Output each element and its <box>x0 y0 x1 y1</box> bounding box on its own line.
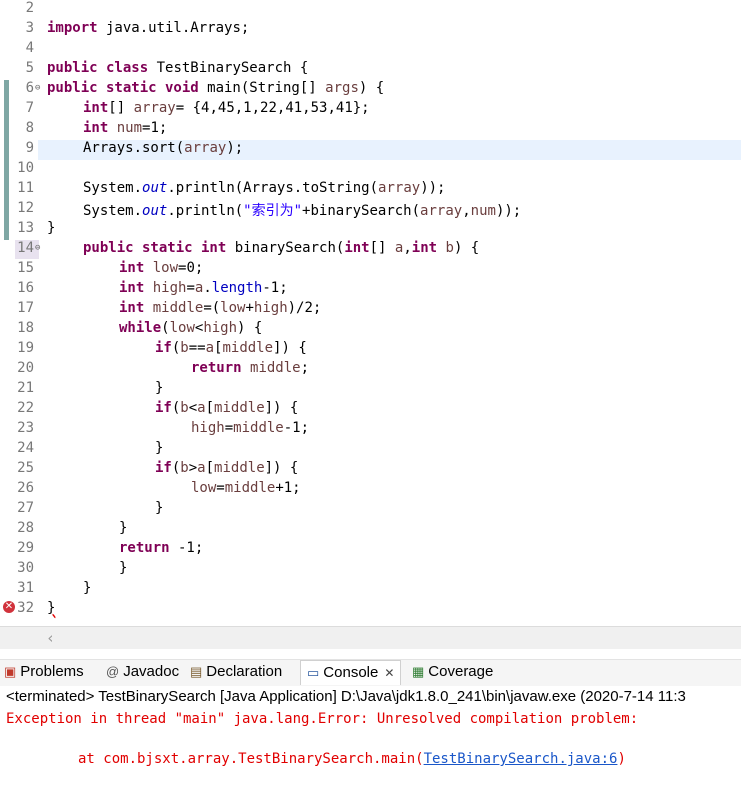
code-line-27: } <box>155 500 164 516</box>
line-number: 22 <box>17 400 34 416</box>
line-number: 2 <box>25 0 34 16</box>
line-number: 11 <box>17 180 34 196</box>
line-number: 18 <box>17 320 34 336</box>
tab-problems[interactable]: ▣ Problems <box>4 660 84 684</box>
code-line-21: } <box>155 380 164 396</box>
code-line-12: System.out.println("索引为"+binarySearch(ar… <box>83 203 522 219</box>
code-line-25: if(b>a[middle]) { <box>155 460 299 476</box>
line-number: 16 <box>17 280 34 296</box>
line-number: 24 <box>17 440 34 456</box>
console-stack-line: at com.bjsxt.array.TestBinarySearch.main… <box>78 751 626 767</box>
line-number: 5 <box>25 60 34 76</box>
line-number: 31 <box>17 580 34 596</box>
close-icon[interactable]: ✕ <box>384 666 394 680</box>
horizontal-scrollbar[interactable]: ‹ <box>0 626 741 649</box>
code-line-30: } <box>119 560 128 576</box>
line-number: 10 <box>17 160 34 176</box>
code-line-32: } <box>47 600 56 616</box>
line-number: 14 <box>17 240 34 256</box>
console-status: <terminated> TestBinarySearch [Java Appl… <box>0 686 741 708</box>
code-line-7: int[] array= {4,45,1,22,41,53,41}; <box>83 100 370 116</box>
tab-declaration[interactable]: ▤ Declaration <box>190 660 282 684</box>
console-icon: ▭ <box>307 665 320 680</box>
code-line-26: low=middle+1; <box>191 480 301 496</box>
code-line-13: } <box>47 220 56 236</box>
code-line-20: return middle; <box>191 360 310 376</box>
coverage-icon: ▦ <box>412 664 425 679</box>
code-line-28: } <box>119 520 128 536</box>
line-number: 6 <box>25 80 34 96</box>
panel-tab-bar: ▣ Problems @ Javadoc ▤ Declaration ▭ Console… <box>0 659 741 686</box>
line-number: 7 <box>25 100 34 116</box>
line-number: 8 <box>25 120 34 136</box>
code-line-15: int low=0; <box>119 260 204 276</box>
console-header-text: <terminated> TestBinarySearch [Java Appl… <box>6 688 686 705</box>
line-number: 27 <box>17 500 34 516</box>
code-line-24: } <box>155 440 164 456</box>
console-error-line: Exception in thread "main" java.lang.Err… <box>6 711 647 727</box>
code-line-17: int middle=(low+high)/2; <box>119 300 322 316</box>
line-number: 19 <box>17 340 34 356</box>
line-number: 29 <box>17 540 34 556</box>
code-line-23: high=middle-1; <box>191 420 310 436</box>
error-marker-icon[interactable]: ✕ <box>3 601 15 613</box>
line-number: 17 <box>17 300 34 316</box>
code-editor[interactable]: 2 3 4 5 6 7 8 9 10 11 12 13 14 15 16 17 … <box>0 0 741 628</box>
line-number: 25 <box>17 460 34 476</box>
code-line-5: public class TestBinarySearch { <box>47 60 309 76</box>
code-line-22: if(b<a[middle]) { <box>155 400 299 416</box>
line-number: 23 <box>17 420 34 436</box>
code-line-6: public static void main(String[] args) { <box>47 80 385 96</box>
at-icon: @ <box>106 664 120 679</box>
line-number: 4 <box>25 40 34 56</box>
code-line-16: int high=a.length-1; <box>119 280 288 296</box>
line-number: 26 <box>17 480 34 496</box>
line-number: 13 <box>17 220 34 236</box>
fold-toggle-icon[interactable]: ⊖ <box>35 83 40 93</box>
line-number: 3 <box>25 20 34 36</box>
stacktrace-link[interactable]: TestBinarySearch.java:6 <box>424 751 618 767</box>
fold-toggle-icon[interactable]: ⊖ <box>35 243 40 253</box>
line-number: 9 <box>25 140 34 156</box>
code-line-11: System.out.println(Arrays.toString(array… <box>83 180 446 196</box>
line-number: 15 <box>17 260 34 276</box>
tab-console[interactable]: ▭ Console ✕ <box>300 660 402 685</box>
line-number: 21 <box>17 380 34 396</box>
tab-coverage[interactable]: ▦ Coverage <box>412 660 493 684</box>
problems-icon: ▣ <box>4 664 17 679</box>
scroll-left-icon[interactable]: ‹ <box>46 627 55 649</box>
code-line-14: public static int binarySearch(int[] a,i… <box>83 240 480 256</box>
code-line-19: if(b==a[middle]) { <box>155 340 307 356</box>
code-line-18: while(low<high) { <box>119 320 263 336</box>
tab-javadoc[interactable]: @ Javadoc <box>106 660 179 684</box>
code-line-9: Arrays.sort(array); <box>83 140 244 156</box>
code-line-31: } <box>83 580 92 596</box>
line-number: 28 <box>17 520 34 536</box>
code-line-3: import java.util.Arrays; <box>47 20 250 36</box>
line-number: 20 <box>17 360 34 376</box>
declaration-icon: ▤ <box>190 664 203 679</box>
line-number: 12 <box>17 200 34 216</box>
line-number: 30 <box>17 560 34 576</box>
code-line-29: return -1; <box>119 540 204 556</box>
code-line-8: int num=1; <box>83 120 168 136</box>
console-output[interactable]: Exception in thread "main" java.lang.Err… <box>0 708 741 797</box>
